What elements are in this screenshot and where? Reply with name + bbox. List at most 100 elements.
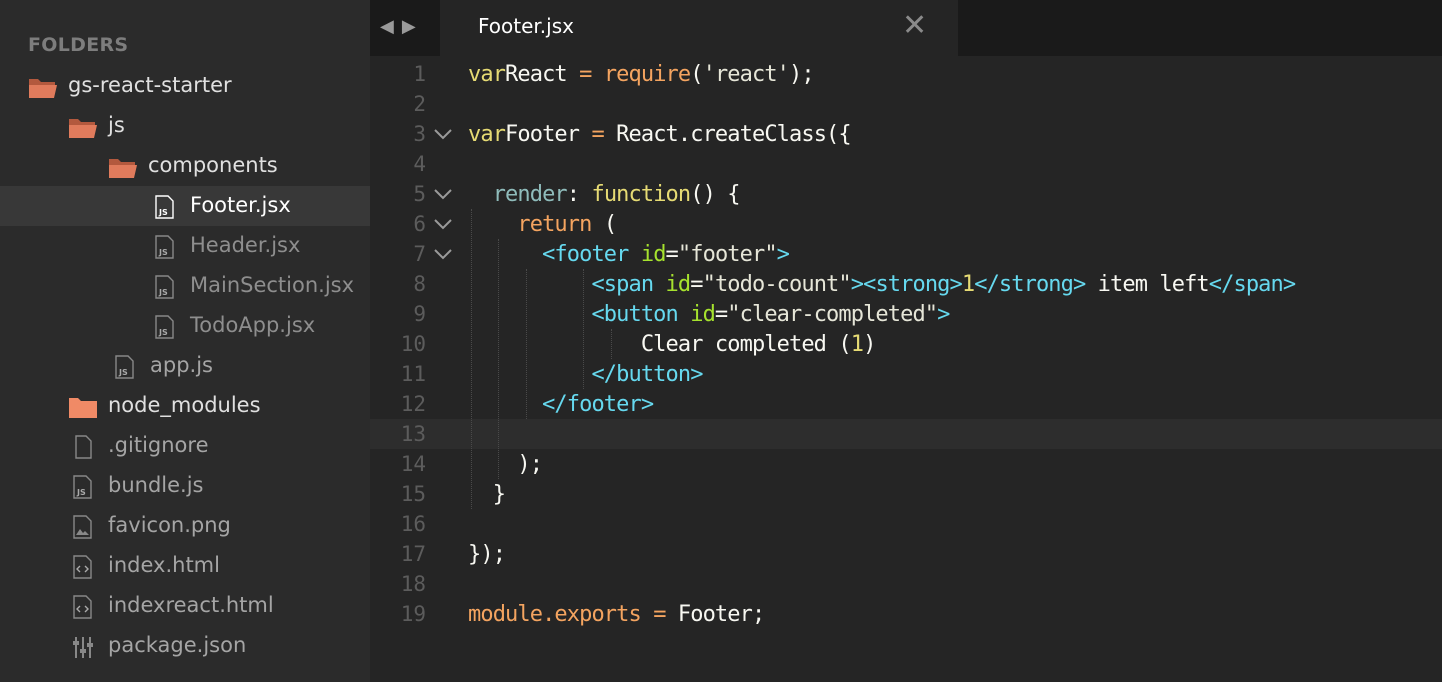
fold-chevron-icon[interactable] bbox=[432, 124, 454, 144]
code-token: }); bbox=[468, 542, 506, 567]
sidebar-item-package-json[interactable]: package.json bbox=[0, 626, 370, 666]
code-line[interactable]: 16 bbox=[370, 509, 1442, 539]
line-number: 10 bbox=[400, 332, 426, 356]
tab-title: Footer.jsx bbox=[478, 14, 574, 38]
code-token: "footer" bbox=[677, 242, 778, 267]
indent-guide bbox=[611, 329, 612, 359]
code-text: render: function() { bbox=[468, 182, 741, 207]
code-line[interactable]: 19 module.exports = Footer; bbox=[370, 599, 1442, 629]
sidebar-item-label: indexreact.html bbox=[108, 593, 274, 617]
code-token: ( bbox=[690, 62, 703, 87]
code-token: var bbox=[468, 62, 506, 87]
line-number: 8 bbox=[413, 272, 426, 296]
sidebar-item-indexreact-html[interactable]: indexreact.html bbox=[0, 586, 370, 626]
code-text: </button> bbox=[468, 362, 703, 387]
js-file-icon: JS bbox=[68, 475, 98, 499]
code-token: Footer; bbox=[677, 602, 765, 627]
line-number: 13 bbox=[400, 422, 426, 446]
code-text: module.exports = Footer; bbox=[468, 602, 765, 627]
indent-guide bbox=[471, 209, 472, 509]
code-token: id bbox=[628, 242, 667, 267]
sidebar-item-label: gs-react-starter bbox=[68, 73, 232, 97]
tab-footer-jsx[interactable]: Footer.jsx ✕ bbox=[440, 0, 958, 56]
indent-guide bbox=[583, 269, 584, 389]
sidebar-item-gs-react-starter[interactable]: gs-react-starter bbox=[0, 66, 370, 106]
code-token: 1 bbox=[850, 332, 864, 357]
svg-text:JS: JS bbox=[158, 208, 168, 217]
sidebar-item-header-jsx[interactable]: JS Header.jsx bbox=[0, 226, 370, 266]
code-line[interactable]: 5 render: function() { bbox=[370, 179, 1442, 209]
code-token: var bbox=[468, 122, 506, 147]
code-text: } bbox=[468, 482, 506, 507]
code-editor[interactable]: 1 varReact = require('react'); 2 3 varFooter… bbox=[370, 56, 1442, 682]
code-line[interactable]: 13 bbox=[370, 419, 1442, 449]
sidebar-item-label: js bbox=[108, 113, 125, 137]
code-token: <span bbox=[591, 272, 654, 297]
code-line[interactable]: 18 bbox=[370, 569, 1442, 599]
close-icon[interactable]: ✕ bbox=[902, 8, 927, 43]
code-line[interactable]: 11 </button> bbox=[370, 359, 1442, 389]
line-number: 5 bbox=[413, 182, 426, 206]
html-file-icon bbox=[68, 595, 98, 619]
code-token: "todo-count" bbox=[702, 272, 852, 297]
nav-forward-icon[interactable]: ▶ bbox=[402, 16, 424, 37]
code-token: </button> bbox=[591, 362, 703, 387]
nav-back-icon[interactable]: ◀ bbox=[380, 16, 402, 37]
sidebar: FOLDERS gs-react-starter js components JS Fo… bbox=[0, 0, 370, 682]
sidebar-item-js[interactable]: js bbox=[0, 106, 370, 146]
code-token: "clear-completed" bbox=[727, 302, 938, 327]
tab-navigation: ◀▶ bbox=[380, 16, 424, 37]
line-number: 14 bbox=[400, 452, 426, 476]
sidebar-item-footer-jsx[interactable]: JS Footer.jsx bbox=[0, 186, 370, 226]
code-line[interactable]: 3 varFooter = React.createClass({ bbox=[370, 119, 1442, 149]
code-token: = bbox=[665, 242, 679, 267]
code-text: <span id="todo-count"><strong>1</strong>… bbox=[468, 272, 1296, 297]
sidebar-item-app-js[interactable]: JS app.js bbox=[0, 346, 370, 386]
json-file-icon bbox=[68, 635, 98, 659]
code-token: require bbox=[603, 62, 691, 87]
line-number: 3 bbox=[413, 122, 426, 146]
sidebar-item-label: .gitignore bbox=[108, 433, 209, 457]
sidebar-item-favicon-png[interactable]: favicon.png bbox=[0, 506, 370, 546]
sidebar-item-node-modules[interactable]: node_modules bbox=[0, 386, 370, 426]
code-text: </footer> bbox=[468, 392, 654, 417]
code-line[interactable]: 14 ); bbox=[370, 449, 1442, 479]
code-line[interactable]: 7 <footer id="footer"> bbox=[370, 239, 1442, 269]
sidebar-item-mainsection-jsx[interactable]: JS MainSection.jsx bbox=[0, 266, 370, 306]
sidebar-item-index-html[interactable]: index.html bbox=[0, 546, 370, 586]
code-line[interactable]: 12 </footer> bbox=[370, 389, 1442, 419]
svg-text:JS: JS bbox=[158, 328, 168, 337]
code-line[interactable]: 4 bbox=[370, 149, 1442, 179]
folder-open-icon bbox=[108, 155, 138, 179]
sidebar-item-label: components bbox=[148, 153, 278, 177]
fold-chevron-icon[interactable] bbox=[432, 214, 454, 234]
code-line[interactable]: 9 <button id="clear-completed"> bbox=[370, 299, 1442, 329]
sidebar-item-label: favicon.png bbox=[108, 513, 231, 537]
sidebar-item-bundle-js[interactable]: JS bundle.js bbox=[0, 466, 370, 506]
sidebar-item-components[interactable]: components bbox=[0, 146, 370, 186]
code-token: </strong> bbox=[974, 272, 1086, 297]
code-line[interactable]: 15 } bbox=[370, 479, 1442, 509]
code-token: ); bbox=[789, 62, 815, 87]
code-token: Footer bbox=[505, 122, 580, 147]
fold-chevron-icon[interactable] bbox=[432, 244, 454, 264]
line-number: 18 bbox=[400, 572, 426, 596]
code-line[interactable]: 10 Clear completed (1) bbox=[370, 329, 1442, 359]
code-token: id bbox=[677, 302, 716, 327]
code-token: = bbox=[714, 302, 728, 327]
code-line[interactable]: 8 <span id="todo-count"><strong>1</stron… bbox=[370, 269, 1442, 299]
folder-open-icon bbox=[68, 115, 98, 139]
sidebar-item-gitignore[interactable]: .gitignore bbox=[0, 426, 370, 466]
code-line[interactable]: 6 return ( bbox=[370, 209, 1442, 239]
code-token: function bbox=[579, 182, 691, 207]
sidebar-item-todoapp-jsx[interactable]: JS TodoApp.jsx bbox=[0, 306, 370, 346]
code-token: id bbox=[653, 272, 692, 297]
code-line[interactable]: 2 bbox=[370, 89, 1442, 119]
sidebar-item-label: package.json bbox=[108, 633, 247, 657]
code-token: ); bbox=[468, 452, 543, 477]
code-line[interactable]: 17}); bbox=[370, 539, 1442, 569]
code-line[interactable]: 1 varReact = require('react'); bbox=[370, 59, 1442, 89]
fold-chevron-icon[interactable] bbox=[432, 184, 454, 204]
